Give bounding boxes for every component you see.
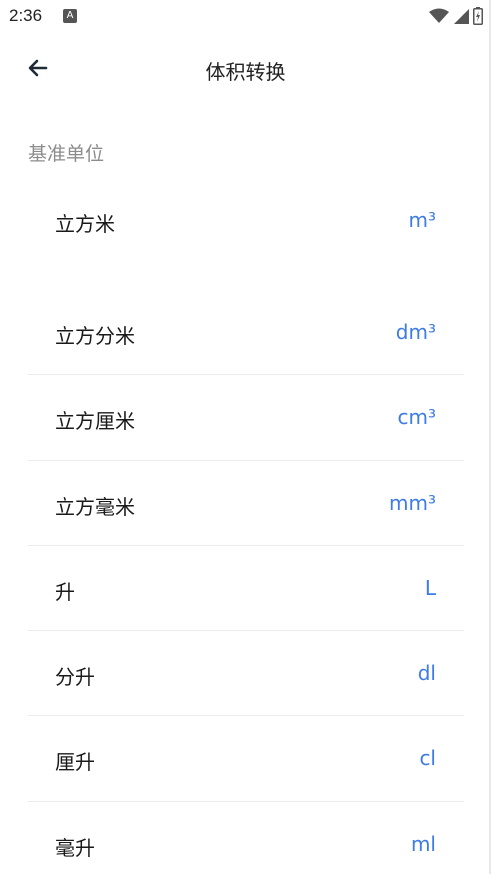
unit-row[interactable]: 分升 dl	[28, 631, 464, 717]
page-title: 体积转换	[205, 60, 286, 84]
unit-symbol: L	[424, 575, 436, 600]
unit-symbol: cm³	[397, 405, 437, 430]
unit-row[interactable]: 升 L	[28, 546, 464, 632]
unit-row[interactable]: 立方分米 dm³	[28, 290, 464, 376]
unit-symbol: dl	[417, 661, 436, 686]
unit-symbol: cl	[419, 746, 436, 771]
unit-symbol: mm³	[389, 490, 436, 515]
unit-name: 立方分米	[55, 324, 135, 348]
battery-charging-icon	[473, 7, 483, 25]
section-label: 基准单位	[28, 143, 105, 165]
app-bar: 体积转换	[0, 34, 491, 102]
base-unit-row[interactable]: 立方米 m³	[28, 180, 464, 264]
status-bar: 2:36 A	[0, 0, 491, 34]
unit-name: 厘升	[55, 750, 95, 775]
unit-name: 立方厘米	[55, 409, 135, 434]
status-time: 2:36	[9, 6, 43, 25]
base-unit-name: 立方米	[55, 212, 115, 236]
wifi-icon	[429, 8, 449, 23]
unit-list: 立方分米 dm³ 立方厘米 cm³ 立方毫米 mm³ 升 L 分升 dl 厘升 …	[28, 290, 464, 874]
unit-name: 分升	[55, 665, 95, 690]
status-icons	[429, 7, 483, 25]
unit-name: 毫升	[55, 835, 95, 860]
unit-row[interactable]: 立方厘米 cm³	[28, 375, 464, 461]
unit-row[interactable]: 立方毫米 mm³	[28, 461, 464, 546]
unit-symbol: ml	[410, 831, 436, 856]
unit-row[interactable]: 厘升 cl	[28, 716, 464, 802]
unit-symbol: dm³	[395, 320, 436, 344]
base-unit-symbol: m³	[408, 208, 437, 232]
signal-icon	[454, 9, 469, 24]
notification-icon: A	[63, 9, 77, 23]
unit-name: 立方毫米	[55, 494, 135, 519]
unit-name: 升	[55, 579, 75, 604]
unit-row[interactable]: 毫升 ml	[28, 802, 464, 874]
